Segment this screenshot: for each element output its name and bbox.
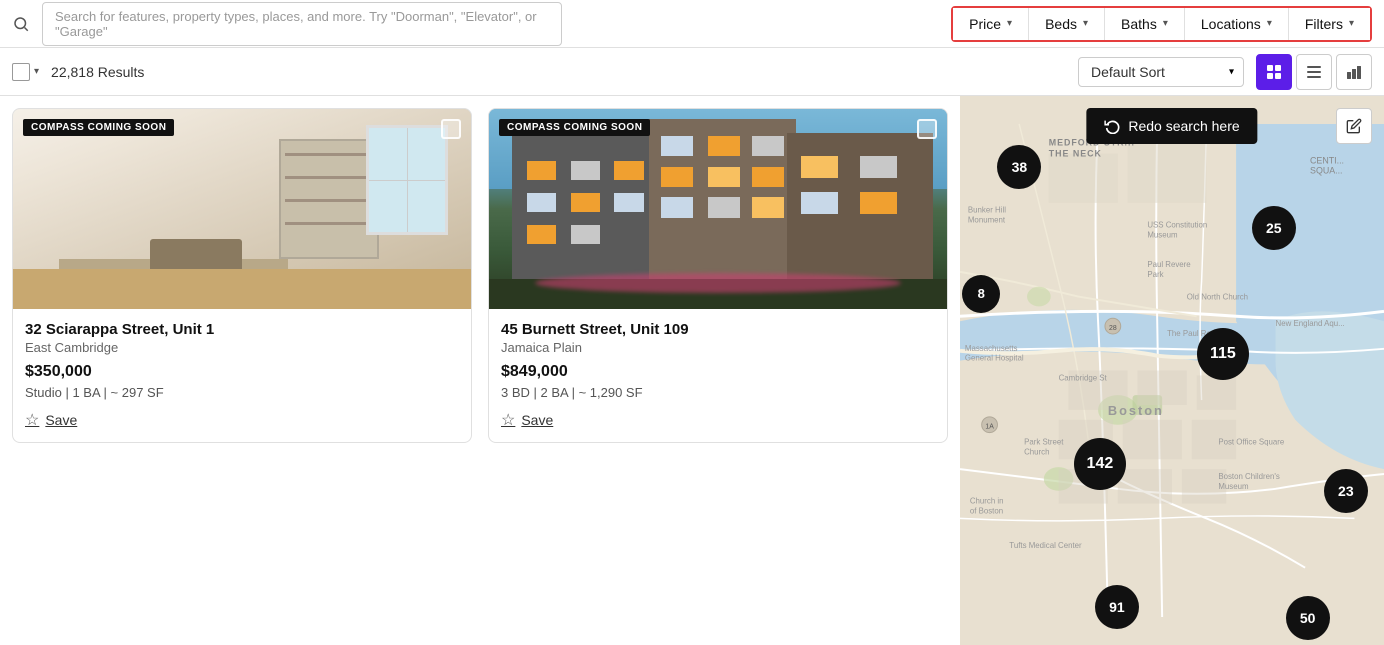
- svg-text:Church in: Church in: [970, 497, 1004, 506]
- listing-details: 3 BD | 2 BA | ~ 1,290 SF: [501, 385, 935, 400]
- map-cluster[interactable]: 142: [1074, 438, 1126, 490]
- coming-soon-badge: COMPASS COMING SOON: [23, 119, 174, 136]
- svg-text:THE NECK: THE NECK: [1049, 149, 1102, 159]
- edit-map-button[interactable]: [1336, 108, 1372, 144]
- beds-chevron-icon: ▾: [1083, 18, 1088, 29]
- svg-text:Church: Church: [1024, 447, 1049, 456]
- svg-text:28: 28: [1109, 325, 1117, 332]
- locations-filter-button[interactable]: Locations ▾: [1185, 8, 1289, 40]
- svg-text:1A: 1A: [985, 424, 994, 431]
- beds-filter-button[interactable]: Beds ▾: [1029, 8, 1105, 40]
- svg-text:Boston: Boston: [1108, 403, 1164, 418]
- select-all-chevron-icon[interactable]: ▾: [34, 66, 39, 77]
- svg-text:CENTI...: CENTI...: [1310, 155, 1344, 165]
- search-input[interactable]: Search for features, property types, pla…: [42, 2, 562, 46]
- listing-select-checkbox[interactable]: [441, 119, 461, 139]
- svg-text:Paul Revere: Paul Revere: [1147, 260, 1191, 269]
- select-all-checkbox[interactable]: [12, 63, 30, 81]
- svg-text:Post Office Square: Post Office Square: [1218, 437, 1285, 446]
- save-star-icon: ☆: [501, 410, 515, 430]
- locations-chevron-icon: ▾: [1267, 18, 1272, 29]
- price-chevron-icon: ▾: [1007, 18, 1012, 29]
- svg-text:of Boston: of Boston: [970, 506, 1003, 515]
- listing-card[interactable]: COMPASS COMING SOON 45 Burnett Street, U…: [488, 108, 948, 443]
- header: Search for features, property types, pla…: [0, 0, 1384, 48]
- svg-text:Boston Children's: Boston Children's: [1218, 472, 1280, 481]
- save-button[interactable]: ☆ Save: [25, 410, 459, 430]
- map-cluster[interactable]: 8: [962, 275, 1000, 313]
- svg-text:Monument: Monument: [968, 216, 1006, 225]
- filter-nav: Price ▾ Beds ▾ Baths ▾ Locations ▾ Filte…: [951, 6, 1372, 42]
- save-button[interactable]: ☆ Save: [501, 410, 935, 430]
- select-all-checkbox-wrap: ▾: [12, 63, 39, 81]
- listing-details: Studio | 1 BA | ~ 297 SF: [25, 385, 459, 400]
- listing-neighborhood: Jamaica Plain: [501, 340, 935, 355]
- list-view-button[interactable]: [1296, 54, 1332, 90]
- price-filter-button[interactable]: Price ▾: [953, 8, 1029, 40]
- redo-search-button[interactable]: Redo search here: [1086, 108, 1257, 144]
- svg-text:New England Aqu...: New England Aqu...: [1276, 319, 1345, 328]
- svg-text:Massachusetts: Massachusetts: [965, 344, 1018, 353]
- chart-view-button[interactable]: [1336, 54, 1372, 90]
- view-toggle: [1256, 54, 1372, 90]
- main-content: COMPASS COMING SOON 32 Sciarappa Street,…: [0, 96, 1384, 645]
- svg-text:USS Constitution: USS Constitution: [1147, 221, 1207, 230]
- listing-price: $350,000: [25, 363, 459, 381]
- results-count: 22,818 Results: [51, 64, 144, 80]
- listing-info: 45 Burnett Street, Unit 109 Jamaica Plai…: [489, 309, 947, 442]
- map-cluster[interactable]: 50: [1286, 596, 1330, 640]
- listing-price: $849,000: [501, 363, 935, 381]
- svg-text:General Hospital: General Hospital: [965, 354, 1024, 363]
- svg-text:Tufts Medical Center: Tufts Medical Center: [1009, 541, 1082, 550]
- map-cluster[interactable]: 38: [997, 145, 1041, 189]
- filters-chevron-icon: ▾: [1349, 18, 1354, 29]
- map-panel: MEDFORD STR... THE NECK Bunker Hill Monu…: [960, 96, 1384, 645]
- toolbar: ▾ 22,818 Results Default Sort Price (Low…: [0, 48, 1384, 96]
- listing-address: 45 Burnett Street, Unit 109: [501, 321, 935, 338]
- listings-panel: COMPASS COMING SOON 32 Sciarappa Street,…: [0, 96, 960, 645]
- sort-select[interactable]: Default Sort Price (Low to High) Price (…: [1078, 57, 1244, 87]
- svg-text:Park Street: Park Street: [1024, 437, 1064, 446]
- filters-button[interactable]: Filters ▾: [1289, 8, 1370, 40]
- svg-text:Park: Park: [1147, 270, 1163, 279]
- grid-view-button[interactable]: [1256, 54, 1292, 90]
- save-star-icon: ☆: [25, 410, 39, 430]
- svg-text:Bunker Hill: Bunker Hill: [968, 206, 1006, 215]
- svg-text:Old North Church: Old North Church: [1187, 293, 1248, 302]
- map-cluster[interactable]: 115: [1197, 328, 1249, 380]
- map-cluster[interactable]: 23: [1324, 469, 1368, 513]
- baths-filter-button[interactable]: Baths ▾: [1105, 8, 1185, 40]
- svg-text:Museum: Museum: [1218, 482, 1249, 491]
- svg-text:SQUA...: SQUA...: [1310, 165, 1343, 175]
- listing-neighborhood: East Cambridge: [25, 340, 459, 355]
- sort-select-wrap: Default Sort Price (Low to High) Price (…: [1078, 57, 1244, 87]
- listing-info: 32 Sciarappa Street, Unit 1 East Cambrid…: [13, 309, 471, 442]
- map-cluster[interactable]: 25: [1252, 206, 1296, 250]
- baths-chevron-icon: ▾: [1163, 18, 1168, 29]
- listing-select-checkbox[interactable]: [917, 119, 937, 139]
- map-cluster[interactable]: 91: [1095, 585, 1139, 629]
- coming-soon-badge: COMPASS COMING SOON: [499, 119, 650, 136]
- listing-image: COMPASS COMING SOON: [13, 109, 471, 309]
- listing-image: COMPASS COMING SOON: [489, 109, 947, 309]
- search-icon: [12, 15, 30, 33]
- svg-text:Museum: Museum: [1147, 230, 1178, 239]
- listing-card[interactable]: COMPASS COMING SOON 32 Sciarappa Street,…: [12, 108, 472, 443]
- svg-text:Cambridge St: Cambridge St: [1059, 373, 1108, 382]
- listing-address: 32 Sciarappa Street, Unit 1: [25, 321, 459, 338]
